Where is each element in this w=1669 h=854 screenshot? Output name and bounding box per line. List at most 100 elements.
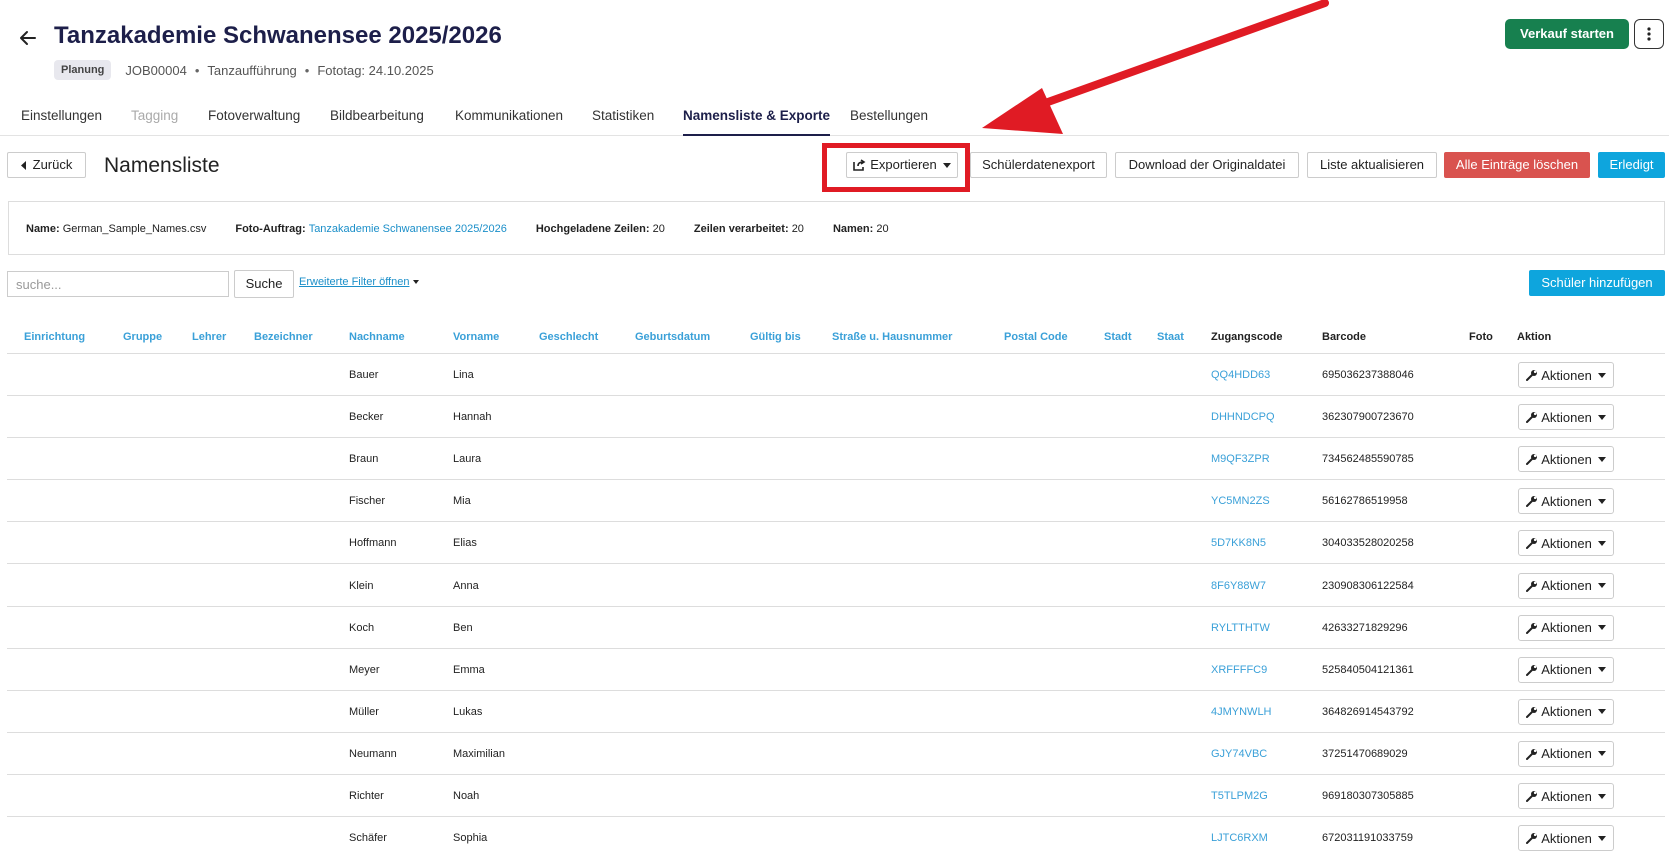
export-label: Exportieren [870,157,937,172]
delete-all-button[interactable]: Alle Einträge löschen [1444,152,1590,178]
separator-dot: • [304,62,310,78]
list-toolbar: Zurück Namensliste Exportieren Schülerda… [0,140,1669,192]
caret-down-icon [1597,456,1606,462]
job-link[interactable]: Tanzakademie Schwanensee 2025/2026 [309,223,507,235]
row-actions-button[interactable]: Aktionen [1518,698,1614,725]
row-actions-button[interactable]: Aktionen [1518,572,1614,599]
table-row: Schäfer Sophia LJTC6RXM 672031191033759 Akti… [7,817,1665,854]
table-row: Richter Noah T5TLPM2G 969180307305885 Aktion… [7,775,1665,817]
row-actions-label: Aktionen [1541,578,1592,593]
wrench-icon [1526,706,1538,718]
cell-zugangscode[interactable]: DHHNDCPQ [1211,411,1275,423]
row-actions-button[interactable]: Aktionen [1518,656,1614,683]
column-header-staat[interactable]: Staat [1157,331,1184,343]
cell-vorname: Noah [453,790,480,802]
row-actions-label: Aktionen [1541,493,1592,509]
search-input[interactable] [7,271,229,297]
cell-nachname: Schäfer [349,832,387,845]
cell-vorname: Lina [453,369,474,381]
row-actions-button[interactable]: Aktionen [1518,488,1614,515]
export-dropdown-button[interactable]: Exportieren [846,152,958,178]
wrench-icon [1526,496,1538,508]
row-actions-button[interactable]: Aktionen [1518,783,1614,809]
search-button[interactable]: Suche [234,270,294,298]
row-actions-button[interactable]: Aktionen [1518,530,1614,557]
column-header-gueltig-bis[interactable]: Gültig bis [750,331,801,343]
caret-down-icon [1597,709,1606,715]
column-header-bezeichner[interactable]: Bezeichner [254,331,313,343]
tab-bildbearbeitung[interactable]: Bildbearbeitung [330,108,424,136]
caret-down-icon [1597,498,1606,504]
cell-zugangscode[interactable]: T5TLPM2G [1211,790,1268,802]
cell-zugangscode[interactable]: GJY74VBC [1211,748,1267,760]
student-data-export-button[interactable]: Schülerdatenexport [970,152,1107,178]
row-actions-button[interactable]: Aktionen [1518,404,1614,431]
cell-barcode: 364826914543792 [1322,705,1414,718]
row-actions-label: Aktionen [1541,662,1592,678]
column-header-geschlecht[interactable]: Geschlecht [539,331,598,343]
column-header-strasse[interactable]: Straße u. Hausnummer [832,331,952,343]
cell-zugangscode[interactable]: XRFFFFC9 [1211,664,1267,676]
tab-bestellungen[interactable]: Bestellungen [850,108,928,136]
table-row: Meyer Emma XRFFFFC9 525840504121361 Aktionen [7,649,1665,691]
cell-zugangscode[interactable]: 4JMYNWLH [1211,706,1272,718]
row-actions-label: Aktionen [1541,788,1592,804]
cell-nachname: Klein [349,579,374,592]
advanced-filter-link[interactable]: Erweiterte Filter öffnen [299,276,420,288]
tab-fotoverwaltung[interactable]: Fotoverwaltung [208,108,300,136]
status-badge: Planung [54,60,112,80]
tab-einstellungen[interactable]: Einstellungen [21,108,102,136]
column-header-vorname[interactable]: Vorname [453,331,499,343]
back-arrow-icon[interactable] [18,28,38,48]
file-info-panel: Name: German_Sample_Names.csv Foto-Auftr… [8,201,1665,255]
page-title: Tanzakademie Schwanensee 2025/2026 [54,22,502,49]
row-actions-button[interactable]: Aktionen [1518,446,1614,473]
row-actions-label: Aktionen [1541,830,1592,846]
cell-nachname: Neumann [349,747,397,760]
caret-left-icon [20,160,26,170]
cell-zugangscode[interactable]: RYLTTHTW [1211,622,1270,634]
row-actions-button[interactable]: Aktionen [1518,740,1614,767]
done-button[interactable]: Erledigt [1598,152,1665,178]
cell-vorname: Sophia [453,832,488,845]
tab-namensliste-exporte[interactable]: Namensliste & Exporte [683,108,831,136]
tab-statistiken[interactable]: Statistiken [592,108,654,136]
row-actions-button[interactable]: Aktionen [1518,825,1614,852]
column-header-geburtsdatum[interactable]: Geburtsdatum [635,331,710,343]
tab-tagging[interactable]: Tagging [131,108,178,136]
cell-barcode: 42633271829296 [1322,621,1408,634]
job-type: Tanzaufführung [207,62,297,78]
more-options-button[interactable] [1634,19,1664,49]
cell-zugangscode[interactable]: YC5MN2ZS [1211,495,1270,507]
column-header-lehrer[interactable]: Lehrer [192,331,226,343]
table-row: Hoffmann Elias 5D7KK8N5 304033528020258 Akti… [7,522,1665,565]
add-student-button[interactable]: Schüler hinzufügen [1529,270,1665,296]
cell-vorname: Elias [453,537,477,550]
wrench-icon [1526,833,1538,845]
column-header-postal-code[interactable]: Postal Code [1004,331,1068,343]
cell-nachname: Müller [349,705,379,718]
row-actions-button[interactable]: Aktionen [1518,362,1614,388]
column-header-gruppe[interactable]: Gruppe [123,331,162,343]
column-header-nachname[interactable]: Nachname [349,331,405,343]
column-header-einrichtung[interactable]: Einrichtung [24,331,85,343]
cell-zugangscode[interactable]: 5D7KK8N5 [1211,537,1266,549]
row-actions-label: Aktionen [1541,409,1592,425]
start-sale-button[interactable]: Verkauf starten [1505,19,1629,49]
back-button[interactable]: Zurück [7,152,86,178]
download-original-button[interactable]: Download der Originaldatei [1115,152,1299,178]
table-row: Braun Laura M9QF3ZPR 734562485590785 Aktione… [7,438,1665,481]
names-count-value: 20 [876,223,889,235]
cell-zugangscode[interactable]: 8F6Y88W7 [1211,580,1266,592]
refresh-list-button[interactable]: Liste aktualisieren [1307,152,1437,178]
cell-zugangscode[interactable]: QQ4HDD63 [1211,369,1270,381]
row-actions-label: Aktionen [1541,451,1592,467]
row-actions-button[interactable]: Aktionen [1518,614,1614,641]
tab-kommunikationen[interactable]: Kommunikationen [455,108,563,136]
cell-zugangscode[interactable]: LJTC6RXM [1211,832,1268,844]
cell-nachname: Fischer [349,495,386,508]
file-info-row: Name: German_Sample_Names.csv Foto-Auftr… [26,223,918,235]
column-header-stadt[interactable]: Stadt [1104,331,1132,343]
cell-zugangscode[interactable]: M9QF3ZPR [1211,453,1270,465]
cell-nachname: Meyer [349,663,380,676]
